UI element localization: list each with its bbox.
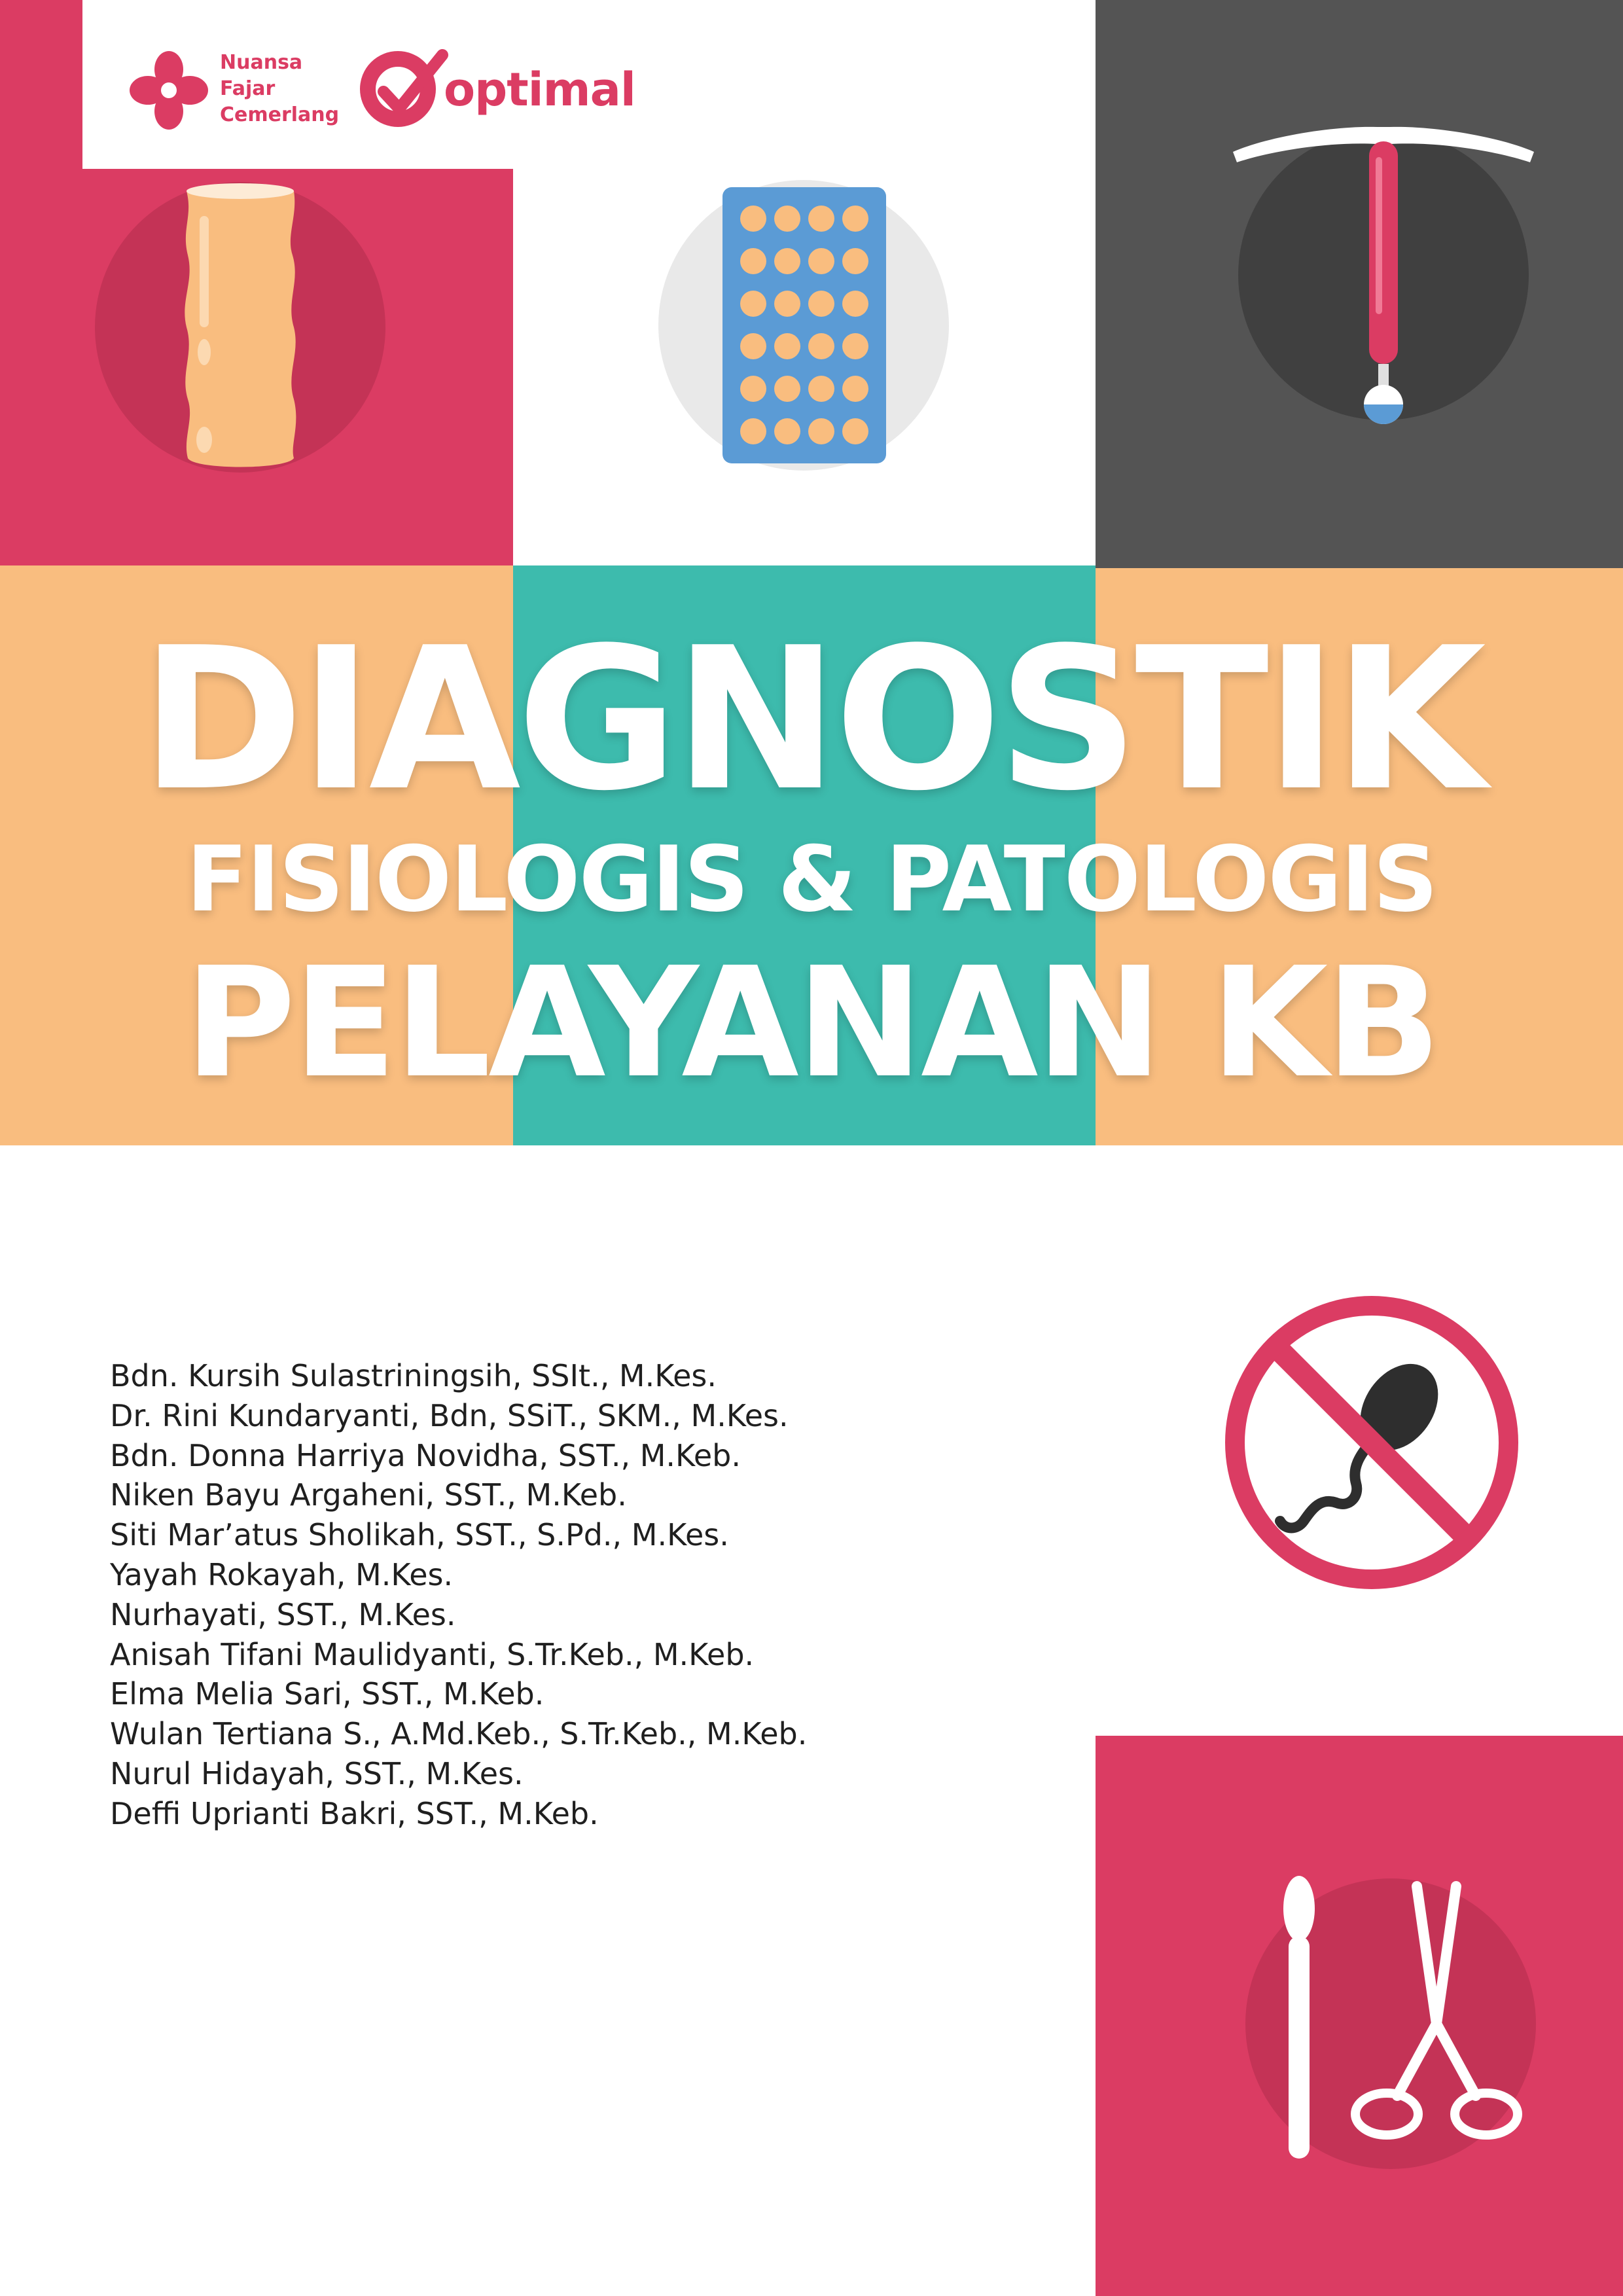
author-name: Siti Mar’atus Sholikah, SST., S.Pd., M.K… <box>110 1517 729 1553</box>
pill <box>842 333 868 359</box>
author-name: Bdn. Donna Harriya Novidha, SST., M.Keb. <box>110 1437 741 1473</box>
optimal-o-icon <box>360 49 448 127</box>
pill <box>808 206 834 232</box>
pill <box>842 206 868 232</box>
author-name: Anisah Tifani Maulidyanti, S.Tr.Keb., M.… <box>110 1636 755 1672</box>
iud-icon <box>1233 126 1534 424</box>
pill <box>808 248 834 274</box>
pill <box>740 248 766 274</box>
pill <box>842 376 868 402</box>
speculum-forceps-icon <box>1245 1876 1536 2169</box>
publisher-name-line3: Cemerlang <box>220 103 340 126</box>
pill <box>740 333 766 359</box>
pill <box>808 376 834 402</box>
imprint-name: optimal <box>444 63 636 117</box>
author-name: Elma Melia Sari, SST., M.Keb. <box>110 1676 544 1712</box>
pill <box>842 248 868 274</box>
author-name: Niken Bayu Argaheni, SST., M.Keb. <box>110 1477 627 1513</box>
pill <box>842 291 868 317</box>
author-name: Bdn. Kursih Sulastriningsih, SSIt., M.Ke… <box>110 1358 717 1393</box>
title-line-3: PELAYANAN KB <box>184 935 1441 1111</box>
title-line-2: FISIOLOGIS & PATOLOGIS <box>186 827 1438 932</box>
author-name: Wulan Tertiana S., A.Md.Keb., S.Tr.Keb.,… <box>110 1716 808 1752</box>
publisher-logo: Nuansa Fajar Cemerlang optimal <box>128 46 652 137</box>
title-line-1: DIAGNOSTIK <box>141 605 1486 834</box>
pill <box>740 291 766 317</box>
pill <box>740 206 766 232</box>
pill <box>808 333 834 359</box>
pill <box>842 418 868 444</box>
flower-logo-icon <box>130 51 208 130</box>
author-name: Yayah Rokayah, M.Kes. <box>110 1556 454 1592</box>
pill-blister-icon <box>658 180 949 471</box>
pill <box>774 376 800 402</box>
pill <box>808 291 834 317</box>
pill <box>774 333 800 359</box>
pill <box>808 418 834 444</box>
author-name: Nurul Hidayah, SST., M.Kes. <box>110 1755 524 1791</box>
pill <box>774 248 800 274</box>
pill <box>740 376 766 402</box>
publisher-name-line2: Fajar <box>220 77 276 100</box>
author-name: Deffi Uprianti Bakri, SST., M.Keb. <box>110 1795 599 1831</box>
pill <box>774 291 800 317</box>
publisher-name-line1: Nuansa <box>220 51 303 74</box>
no-sperm-icon <box>1225 1296 1518 1589</box>
pill <box>774 418 800 444</box>
author-name: Dr. Rini Kundaryanti, Bdn, SSiT., SKM., … <box>110 1397 789 1433</box>
contraceptive-implant-icon <box>95 182 385 473</box>
author-name: Nurhayati, SST., M.Kes. <box>110 1596 456 1632</box>
author-list: Bdn. Kursih Sulastriningsih, SSIt., M.Ke… <box>110 1356 807 1834</box>
pill <box>774 206 800 232</box>
pill <box>740 418 766 444</box>
